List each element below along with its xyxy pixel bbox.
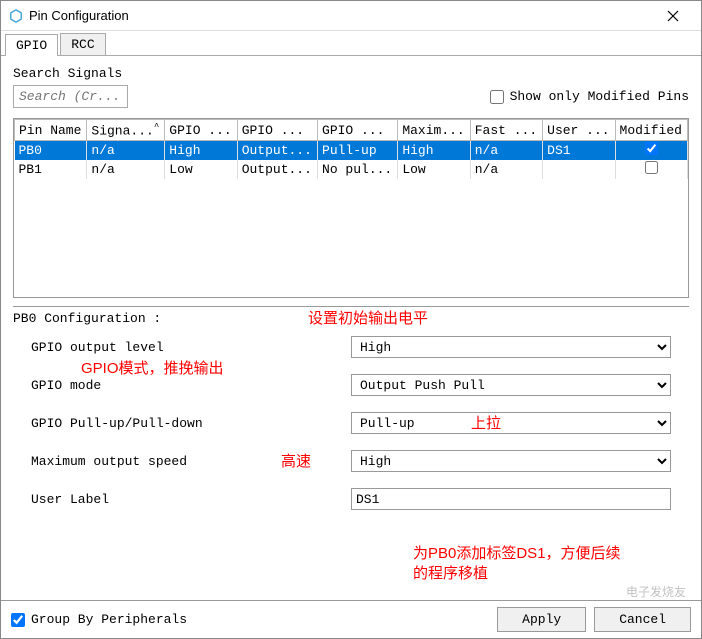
select-speed[interactable]: High [351, 450, 671, 472]
cell-signal: n/a [87, 160, 165, 179]
col-pin-name[interactable]: Pin Name [15, 120, 87, 141]
col-gpio-mode[interactable]: GPIO ... [237, 120, 317, 141]
cell-pin_name: PB1 [15, 160, 87, 179]
search-label: Search Signals [13, 66, 689, 81]
config-title: PB0 Configuration : [13, 311, 689, 326]
watermark: 电子发烧友 [626, 583, 686, 600]
label-user-label: User Label [31, 492, 351, 507]
col-max-speed[interactable]: Maxim... [398, 120, 470, 141]
cell-modified[interactable] [615, 141, 687, 161]
annotation-user-label-2: 的程序移植 [413, 562, 488, 583]
cell-gpio_out: Low [165, 160, 237, 179]
cell-gpio_mode: Output... [237, 160, 317, 179]
col-modified[interactable]: Modified [615, 120, 687, 141]
cell-fast: n/a [470, 160, 542, 179]
cell-pin_name: PB0 [15, 141, 87, 161]
pin-table: Pin Name Signa...^ GPIO ... GPIO ... GPI… [13, 118, 689, 298]
label-speed: Maximum output speed [31, 454, 351, 469]
table-row[interactable]: PB0n/aHighOutput...Pull-upHighn/aDS1 [15, 141, 688, 161]
search-input[interactable] [13, 85, 128, 108]
group-by-peripherals-label: Group By Peripherals [31, 612, 187, 627]
cell-fast: n/a [470, 141, 542, 161]
cell-gpio_out: High [165, 141, 237, 161]
input-user-label[interactable] [351, 488, 671, 510]
cell-user: DS1 [543, 141, 615, 161]
cell-gpio_pull: No pul... [318, 160, 398, 179]
cell-user [543, 160, 615, 179]
label-gpio-mode: GPIO mode [31, 378, 351, 393]
close-button[interactable] [653, 2, 693, 30]
show-modified-checkbox[interactable]: Show only Modified Pins [490, 89, 689, 104]
cancel-button[interactable]: Cancel [594, 607, 691, 632]
annotation-user-label-1: 为PB0添加标签DS1，方便后续 [413, 542, 621, 563]
apply-button[interactable]: Apply [497, 607, 586, 632]
col-gpio-out[interactable]: GPIO ... [165, 120, 237, 141]
label-pull: GPIO Pull-up/Pull-down [31, 416, 351, 431]
modified-checkbox[interactable] [645, 142, 658, 155]
select-pull[interactable]: Pull-up [351, 412, 671, 434]
titlebar: Pin Configuration [1, 1, 701, 31]
label-output-level: GPIO output level [31, 340, 351, 355]
show-modified-input[interactable] [490, 90, 504, 104]
select-gpio-mode[interactable]: Output Push Pull [351, 374, 671, 396]
tab-bar: GPIO RCC [1, 31, 701, 56]
select-output-level[interactable]: High [351, 336, 671, 358]
modified-checkbox[interactable] [645, 161, 658, 174]
tab-rcc[interactable]: RCC [60, 33, 105, 55]
col-signal[interactable]: Signa...^ [87, 120, 165, 141]
col-gpio-pull[interactable]: GPIO ... [318, 120, 398, 141]
footer: Group By Peripherals Apply Cancel [1, 600, 701, 638]
group-by-peripherals-input[interactable] [11, 613, 25, 627]
table-row[interactable]: PB1n/aLowOutput...No pul...Lown/a [15, 160, 688, 179]
table-header-row: Pin Name Signa...^ GPIO ... GPIO ... GPI… [15, 120, 688, 141]
cell-modified[interactable] [615, 160, 687, 179]
group-by-peripherals-checkbox[interactable]: Group By Peripherals [11, 612, 187, 627]
close-icon [667, 10, 679, 22]
tab-gpio[interactable]: GPIO [5, 34, 58, 56]
cell-max_speed: High [398, 141, 470, 161]
cell-max_speed: Low [398, 160, 470, 179]
app-icon [9, 9, 23, 23]
cell-gpio_mode: Output... [237, 141, 317, 161]
config-section: PB0 Configuration : 设置初始输出电平 GPIO output… [13, 306, 689, 510]
cell-gpio_pull: Pull-up [318, 141, 398, 161]
col-user[interactable]: User ... [543, 120, 615, 141]
col-fast[interactable]: Fast ... [470, 120, 542, 141]
cell-signal: n/a [87, 141, 165, 161]
window-title: Pin Configuration [29, 8, 653, 23]
show-modified-label: Show only Modified Pins [510, 89, 689, 104]
